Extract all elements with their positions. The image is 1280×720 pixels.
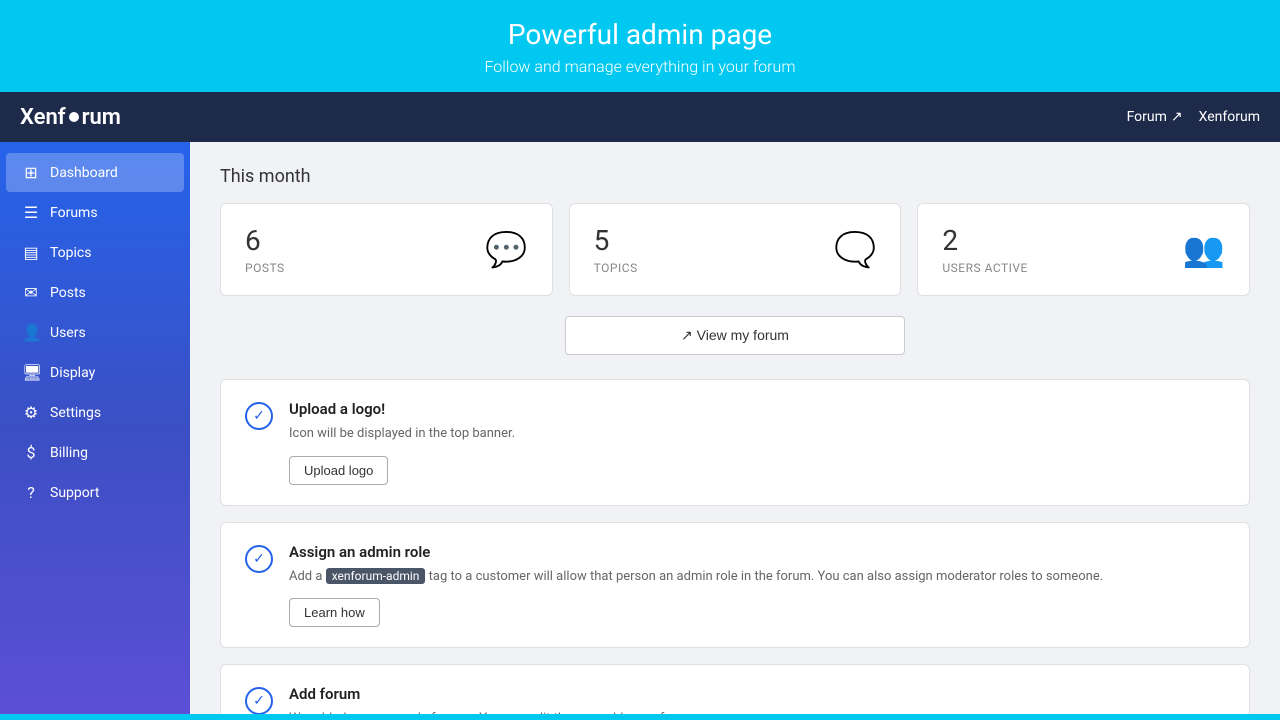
checkmark-icon-3: ✓	[253, 693, 265, 709]
sidebar-item-settings[interactable]: ⚙ Settings	[6, 393, 184, 432]
sidebar-label-support: Support	[50, 485, 99, 501]
checkmark-icon: ✓	[253, 408, 265, 424]
sidebar-item-users[interactable]: 👤 Users	[6, 313, 184, 352]
stat-card-posts: 6 POSTS 💬	[220, 203, 553, 296]
sidebar-item-billing[interactable]: $ Billing	[6, 433, 184, 472]
forums-icon: ☰	[22, 203, 40, 222]
sidebar-label-settings: Settings	[50, 405, 101, 421]
task-card-assign-admin: ✓ Assign an admin role Add a xenforum-ad…	[220, 522, 1250, 649]
posts-count: 6	[245, 224, 285, 257]
sidebar-item-dashboard[interactable]: ⊞ Dashboard	[6, 153, 184, 192]
task-body-upload-logo: Upload a logo! Icon will be displayed in…	[289, 400, 1225, 485]
task-body-assign-admin: Assign an admin role Add a xenforum-admi…	[289, 543, 1225, 628]
logo: Xenfrum	[20, 105, 121, 130]
logo-dot	[69, 112, 79, 122]
add-forum-desc: We added some sample forums. You can edi…	[289, 709, 1225, 714]
add-forum-title: Add forum	[289, 685, 1225, 703]
main-area: ⊞ Dashboard ☰ Forums ▤ Topics ✉ Posts 👤 …	[0, 142, 1280, 714]
desc-after: tag to a customer will allow that person…	[429, 569, 1104, 584]
banner-subtitle: Follow and manage everything in your for…	[0, 57, 1280, 76]
task-card-add-forum: ✓ Add forum We added some sample forums.…	[220, 664, 1250, 714]
sidebar-label-topics: Topics	[50, 245, 91, 261]
sidebar-label-billing: Billing	[50, 445, 88, 461]
checkmark-icon-2: ✓	[253, 551, 265, 567]
topics-stat-icon: 🗨️	[834, 230, 876, 270]
posts-icon: ✉	[22, 283, 40, 302]
users-stat-icon: 👥	[1183, 230, 1225, 270]
task-check-add-forum: ✓	[245, 687, 273, 714]
learn-how-button[interactable]: Learn how	[289, 598, 380, 627]
app-shell: Xenfrum Forum ↗ Xenforum ⊞ Dashboard ☰ F…	[0, 92, 1280, 714]
site-name: Xenforum	[1199, 109, 1260, 125]
sidebar-label-forums: Forums	[50, 205, 98, 221]
upload-logo-desc: Icon will be displayed in the top banner…	[289, 424, 1225, 444]
sidebar-item-topics[interactable]: ▤ Topics	[6, 233, 184, 272]
external-link-icon: ↗	[1171, 109, 1183, 125]
task-body-add-forum: Add forum We added some sample forums. Y…	[289, 685, 1225, 714]
task-card-upload-logo: ✓ Upload a logo! Icon will be displayed …	[220, 379, 1250, 506]
stat-info-topics: 5 TOPICS	[594, 224, 638, 275]
topics-label: TOPICS	[594, 261, 638, 275]
main-content: This month 6 POSTS 💬 5 TOPICS 🗨️	[190, 142, 1280, 714]
topics-count: 5	[594, 224, 638, 257]
stat-card-users: 2 USERS ACTIVE 👥	[917, 203, 1250, 296]
upload-logo-title: Upload a logo!	[289, 400, 1225, 418]
settings-icon: ⚙	[22, 403, 40, 422]
sidebar-item-posts[interactable]: ✉ Posts	[6, 273, 184, 312]
sidebar-item-support[interactable]: ? Support	[6, 473, 184, 512]
navbar-right: Forum ↗ Xenforum	[1127, 109, 1260, 125]
stat-info-posts: 6 POSTS	[245, 224, 285, 275]
desc-before: Add a	[289, 569, 322, 584]
sidebar-label-display: Display	[50, 365, 95, 381]
stat-info-users: 2 USERS ACTIVE	[942, 224, 1028, 275]
display-icon: 🖥	[22, 363, 40, 382]
assign-admin-desc: Add a xenforum-admin tag to a customer w…	[289, 567, 1225, 587]
assign-admin-title: Assign an admin role	[289, 543, 1225, 561]
stat-card-topics: 5 TOPICS 🗨️	[569, 203, 902, 296]
navbar: Xenfrum Forum ↗ Xenforum	[0, 92, 1280, 142]
section-title: This month	[220, 166, 1250, 187]
top-banner: Powerful admin page Follow and manage ev…	[0, 0, 1280, 92]
sidebar-item-display[interactable]: 🖥 Display	[6, 353, 184, 392]
task-check-upload-logo: ✓	[245, 402, 273, 430]
task-check-assign-admin: ✓	[245, 545, 273, 573]
dashboard-icon: ⊞	[22, 163, 40, 182]
view-forum-button[interactable]: ↗ View my forum	[565, 316, 905, 355]
sidebar-label-users: Users	[50, 325, 86, 341]
external-icon: ↗	[681, 327, 697, 343]
sidebar-label-dashboard: Dashboard	[50, 165, 118, 181]
banner-title: Powerful admin page	[0, 18, 1280, 51]
sidebar: ⊞ Dashboard ☰ Forums ▤ Topics ✉ Posts 👤 …	[0, 142, 190, 714]
stats-row: 6 POSTS 💬 5 TOPICS 🗨️ 2 USERS ACTIVE	[220, 203, 1250, 296]
posts-stat-icon: 💬	[485, 230, 527, 270]
posts-label: POSTS	[245, 261, 285, 275]
topics-icon: ▤	[22, 243, 40, 262]
users-count: 2	[942, 224, 1028, 257]
sidebar-item-forums[interactable]: ☰ Forums	[6, 193, 184, 232]
users-icon: 👤	[22, 323, 40, 342]
admin-tag: xenforum-admin	[326, 568, 426, 584]
billing-icon: $	[22, 443, 40, 462]
upload-logo-button[interactable]: Upload logo	[289, 456, 388, 485]
users-label: USERS ACTIVE	[942, 261, 1028, 275]
forum-link[interactable]: Forum ↗	[1127, 109, 1183, 125]
sidebar-label-posts: Posts	[50, 285, 86, 301]
support-icon: ?	[22, 483, 40, 502]
